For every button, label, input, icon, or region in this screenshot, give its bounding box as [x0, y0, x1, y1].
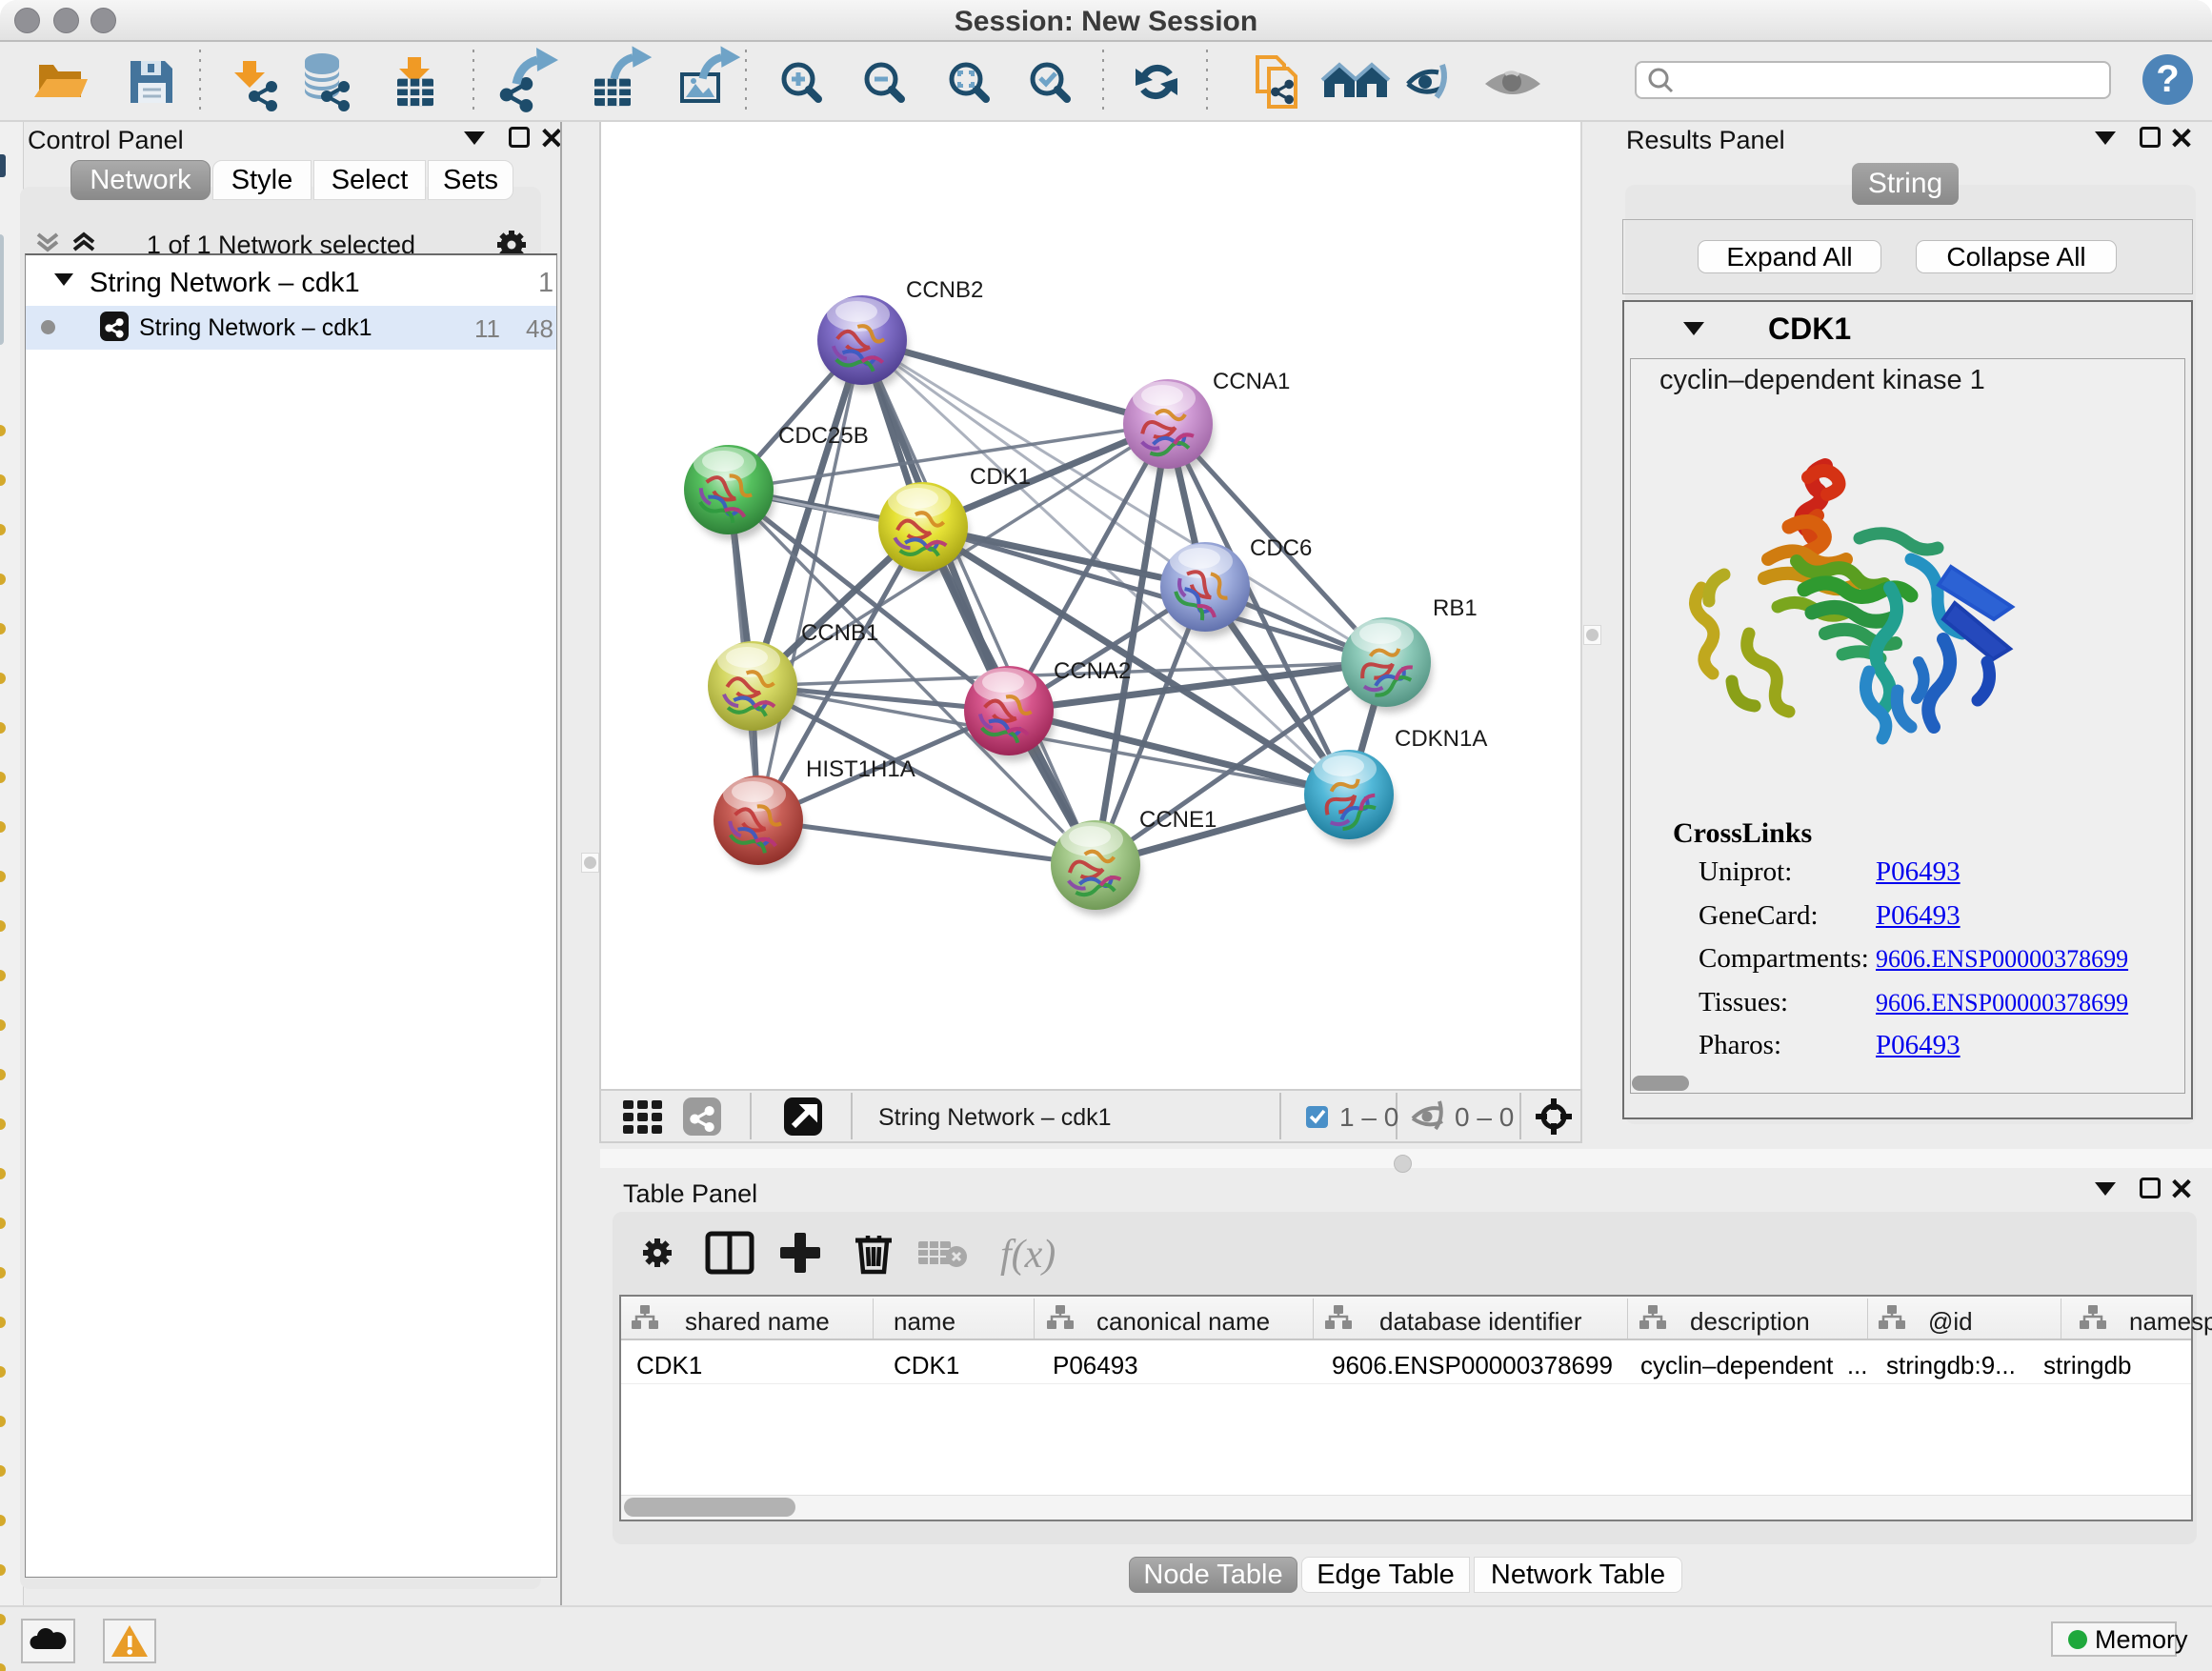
svg-text:0 – 0: 0 – 0	[1455, 1102, 1514, 1132]
svg-text:f(x): f(x)	[1000, 1233, 1056, 1277]
svg-text:1 – 0: 1 – 0	[1339, 1102, 1398, 1132]
svg-text:CCNA1: CCNA1	[1213, 369, 1290, 394]
svg-text:String Network – cdk1: String Network – cdk1	[878, 1104, 1112, 1131]
svg-text:CCNE1: CCNE1	[1139, 807, 1217, 833]
svg-text:CDK1: CDK1	[970, 464, 1031, 490]
svg-text:CDC25B: CDC25B	[778, 423, 869, 449]
svg-text:CCNB2: CCNB2	[906, 277, 983, 303]
svg-text:RB1: RB1	[1433, 595, 1478, 621]
svg-text:CCNB1: CCNB1	[801, 620, 878, 646]
svg-text:CCNA2: CCNA2	[1054, 658, 1131, 684]
svg-text:HIST1H1A: HIST1H1A	[806, 756, 915, 782]
svg-text:CDC6: CDC6	[1250, 535, 1312, 561]
svg-text:CDKN1A: CDKN1A	[1395, 726, 1487, 752]
